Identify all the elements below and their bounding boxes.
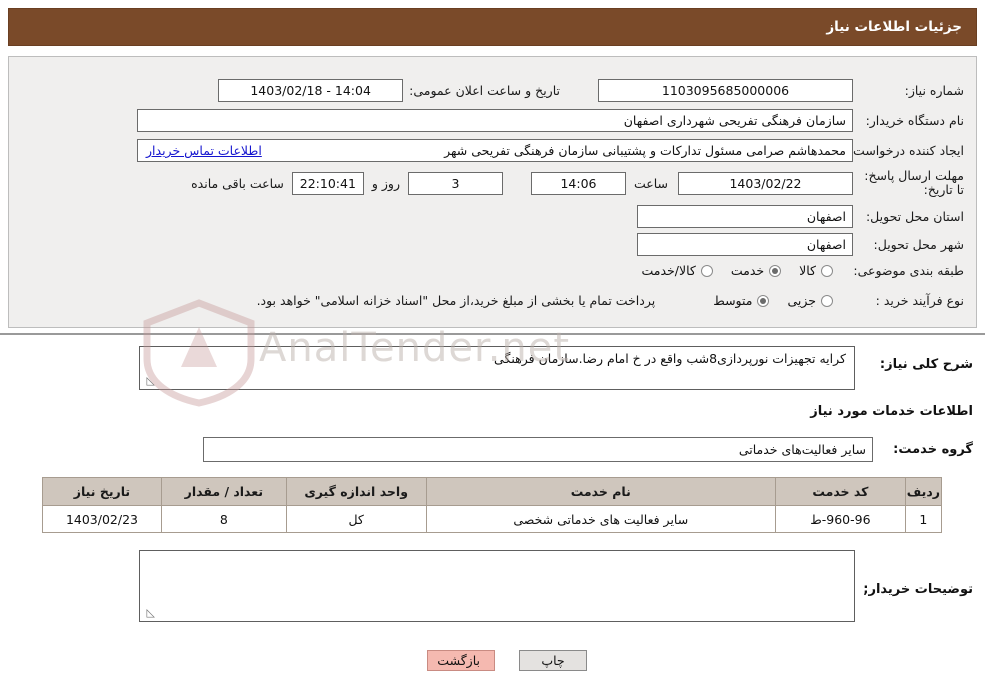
row-category: طبقه بندی موضوعی: کالا خدمت کالا/خدمت [623,263,964,278]
col-code: کد خدمت [774,477,906,506]
buyer-notes-label: توضیحات خریدار; [863,582,973,597]
page-header: جزئیات اطلاعات نیاز [8,8,977,46]
col-name: نام خدمت [425,477,776,506]
city-value: اصفهان [637,233,853,256]
row-need-number: شماره نیاز: 1103095685000006 تاریخ و ساع… [218,79,964,102]
row-deadline: مهلت ارسال پاسخ: تا تاریخ: 1403/02/22 سا… [191,169,964,197]
radio-khedmat[interactable] [769,264,782,277]
page-title: جزئیات اطلاعات نیاز [826,19,962,35]
table-header-row: ردیف کد خدمت نام خدمت واحد اندازه گیری ت… [42,477,943,506]
row-buyer-org: نام دستگاه خریدار: سازمان فرهنگی تفریحی … [137,109,964,132]
remaining-time: 22:10:41 [291,171,364,195]
category-option-kala-khedmat-label: کالا/خدمت [641,263,696,278]
city-label: شهر محل تحویل: [873,237,964,252]
province-label: استان محل تحویل: [865,209,964,224]
row-service-group: گروه خدمت: سایر فعالیت‌های خدماتی [203,437,973,462]
table-row: 1 960-96-ط سایر فعالیت های خدماتی شخصی ک… [42,505,943,533]
province-value: اصفهان [637,205,853,228]
col-qty: تعداد / مقدار [160,477,287,506]
service-group-label: گروه خدمت: [893,442,973,457]
public-announce-value: 14:04 - 1403/02/18 [218,79,404,102]
category-option-kala-khedmat[interactable]: کالا/خدمت [641,263,713,278]
col-radif: ردیف [904,477,943,506]
purchase-type-option-jozi[interactable]: جزیی [787,293,833,308]
purchase-type-motavaset-label: متوسط [713,293,753,308]
col-unit: واحد اندازه گیری [285,477,427,506]
radio-motavaset[interactable] [757,294,770,307]
remaining-time-label: ساعت باقی مانده [191,175,284,191]
deadline-label: مهلت ارسال پاسخ: تا تاریخ: [864,168,964,197]
cell-qty: 8 [160,505,287,533]
category-option-kala[interactable]: کالا [799,263,833,278]
need-summary-text: کرایه تجهیزات نورپردازی8شب واقع در خ اما… [494,351,846,366]
cell-unit: کل [285,505,427,533]
need-number-label: شماره نیاز: [904,83,964,98]
row-province: استان محل تحویل: اصفهان [637,205,964,228]
public-announce-label: تاریخ و ساعت اعلان عمومی: [409,83,560,98]
need-details-panel: AnalTender.net شماره نیاز: 1103095685000… [8,56,977,407]
category-option-kala-label: کالا [799,263,816,278]
radio-kala[interactable] [821,264,833,277]
resize-grip-icon-2: ◺ [146,606,155,619]
print-button[interactable]: چاپ [519,650,587,671]
buyer-notes-value[interactable]: ◺ [139,550,855,622]
buyer-contact-link[interactable]: اطلاعات تماس خریدار [146,140,262,161]
buyer-org-value: سازمان فرهنگی تفریحی شهرداری اصفهان [137,109,853,132]
purchase-type-label: نوع فرآیند خرید : [875,293,964,308]
service-group-value: سایر فعالیت‌های خدماتی [203,437,873,462]
requester-value: محمدهاشم صرامی مسئول تدارکات و پشتیبانی … [444,143,846,158]
radio-jozi[interactable] [821,294,833,307]
cell-name: سایر فعالیت های خدماتی شخصی [425,505,776,533]
col-date: تاریخ نیاز [42,477,162,506]
cell-code: 960-96-ط [774,505,906,533]
cell-date: 1403/02/23 [42,505,162,533]
need-number-value: 1103095685000006 [598,79,853,102]
row-purchase-type: نوع فرآیند خرید : جزیی متوسط پرداخت تمام… [257,293,964,308]
category-option-khedmat-label: خدمت [730,263,765,278]
buyer-org-label: نام دستگاه خریدار: [865,113,964,128]
requester-value-box: محمدهاشم صرامی مسئول تدارکات و پشتیبانی … [137,139,853,162]
category-label: طبقه بندی موضوعی: [853,263,964,278]
row-requester: ایجاد کننده درخواست: محمدهاشم صرامی مسئو… [137,139,964,162]
page-root: جزئیات اطلاعات نیاز AnalTender.net شماره… [0,0,985,691]
section-divider [0,333,985,335]
cell-radif: 1 [904,505,943,533]
deadline-hour-label: ساعت [633,175,668,191]
purchase-note: پرداخت تمام یا بخشی از مبلغ خرید،از محل … [256,293,656,308]
remaining-days: 3 [407,171,503,195]
resize-grip-icon: ◺ [146,374,155,387]
deadline-hour: 14:06 [530,171,626,195]
radio-kala-khedmat[interactable] [700,264,713,277]
services-section-title: اطلاعات خدمات مورد نیاز [810,404,973,419]
need-summary-value: کرایه تجهیزات نورپردازی8شب واقع در خ اما… [139,346,855,390]
services-table: ردیف کد خدمت نام خدمت واحد اندازه گیری ت… [42,477,943,533]
purchase-type-jozi-label: جزیی [787,293,816,308]
remaining-days-label: روز و [371,175,400,191]
category-option-khedmat[interactable]: خدمت [730,263,782,278]
back-button[interactable]: بازگشت [427,650,495,671]
requester-label: ایجاد کننده درخواست: [848,143,964,158]
need-summary-label: شرح کلی نیاز: [879,357,973,372]
purchase-type-option-motavaset[interactable]: متوسط [713,293,770,308]
deadline-date: 1403/02/22 [678,171,853,195]
row-city: شهر محل تحویل: اصفهان [637,233,964,256]
